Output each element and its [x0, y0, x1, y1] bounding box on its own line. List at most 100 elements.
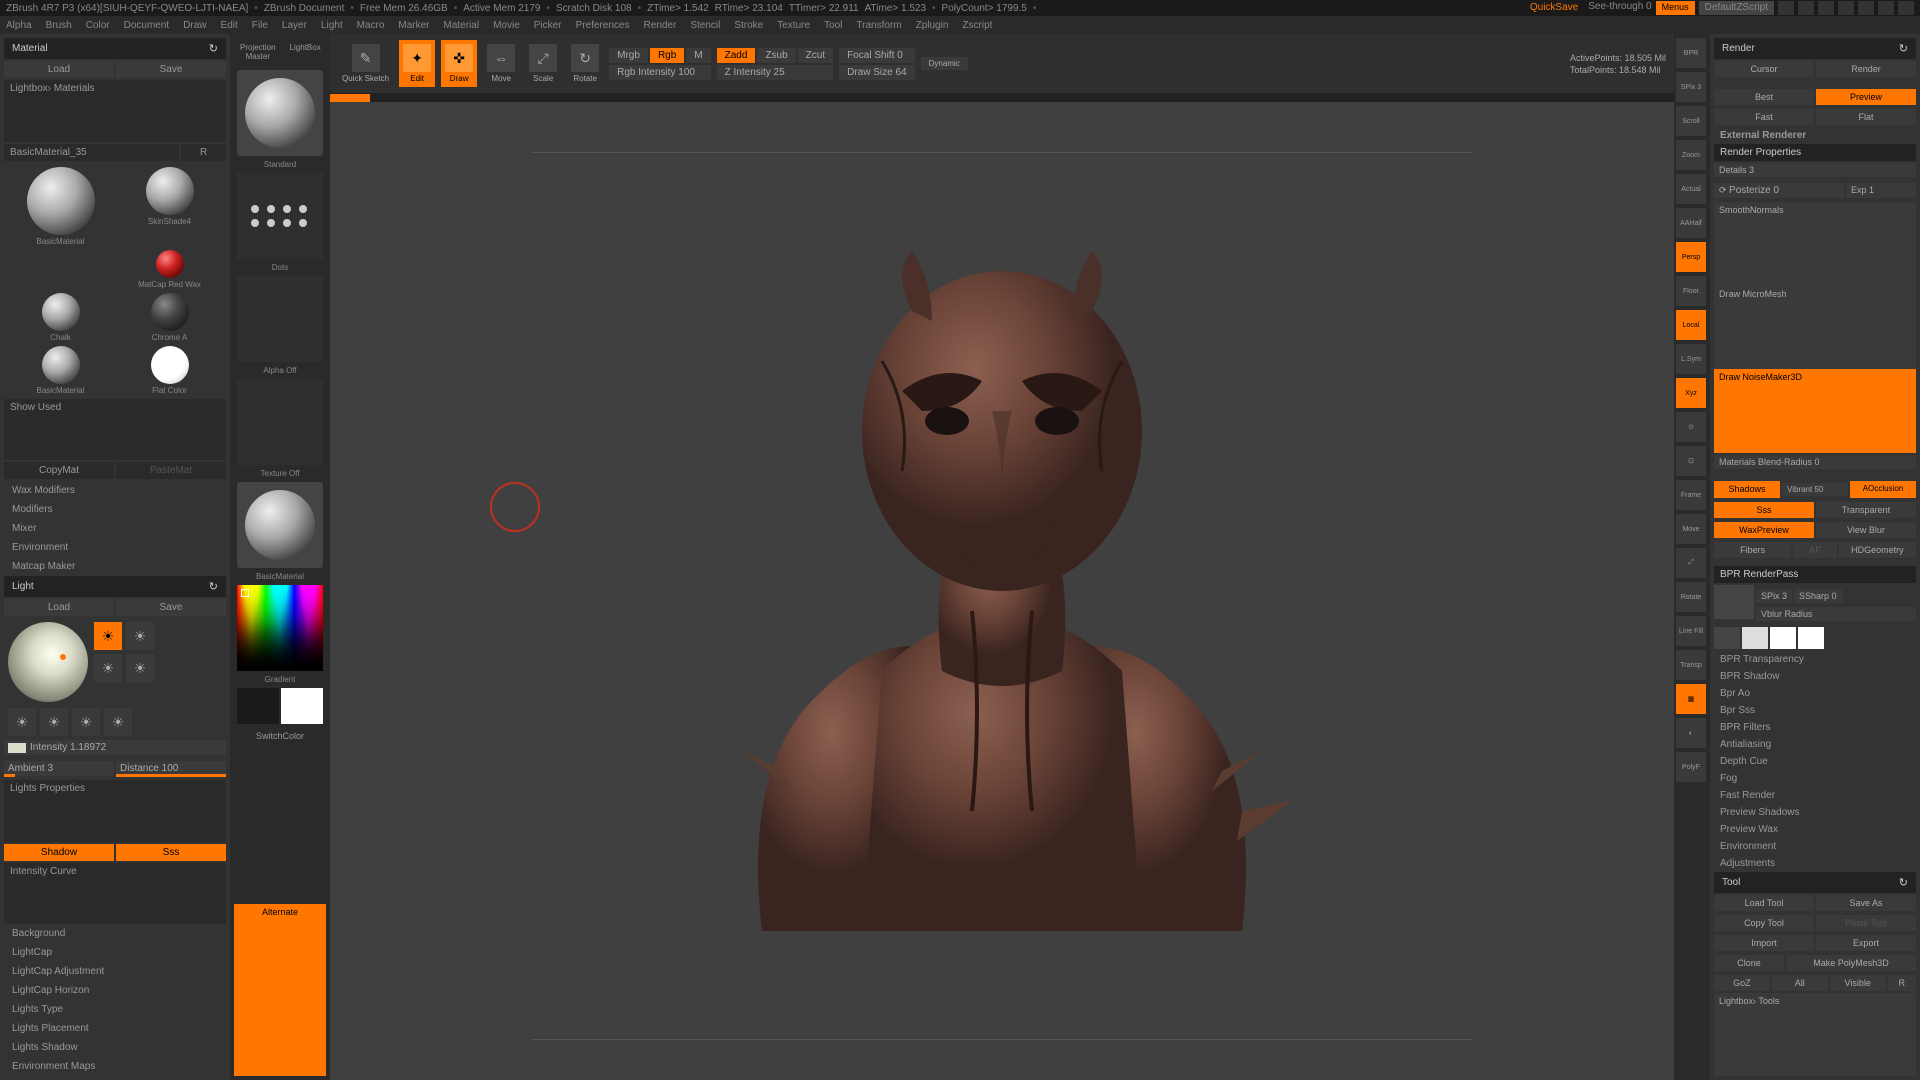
intensity-curve-button[interactable]: Intensity Curve	[4, 863, 226, 925]
material-r-button[interactable]: R	[181, 144, 226, 161]
menu-zscript[interactable]: Zscript	[962, 20, 992, 31]
floor-button[interactable]: Floor	[1676, 276, 1706, 306]
lsym-button[interactable]: L.Sym	[1676, 344, 1706, 374]
ssharp-slider[interactable]: SSharp 0	[1794, 589, 1842, 603]
menu-material[interactable]: Material	[444, 20, 480, 31]
load-tool-button[interactable]: Load Tool	[1714, 895, 1814, 911]
primary-color-swatch[interactable]	[281, 688, 323, 724]
light-direction-sphere[interactable]	[8, 622, 88, 702]
render-properties-header[interactable]: Render Properties	[1714, 144, 1916, 161]
material-swatch-6[interactable]: BasicMaterial	[8, 346, 113, 395]
transparent-toggle[interactable]: Transparent	[1816, 502, 1916, 518]
menu-stroke[interactable]: Stroke	[734, 20, 763, 31]
clone-button[interactable]: Clone	[1714, 955, 1784, 971]
cursor-button[interactable]: Cursor	[1714, 61, 1814, 77]
actual-button[interactable]: Actual	[1676, 174, 1706, 204]
mat-blend-slider[interactable]: Materials Blend-Radius 0	[1714, 455, 1916, 469]
draw-button[interactable]: ✜Draw	[441, 40, 477, 87]
layout-button-2[interactable]	[1798, 1, 1814, 15]
section-fog[interactable]: Fog	[1714, 770, 1916, 787]
bpr-pass-1[interactable]	[1714, 627, 1740, 649]
viewport[interactable]	[330, 102, 1674, 1080]
light-header[interactable]: Light ↻	[4, 576, 226, 597]
zadd-button[interactable]: Zadd	[717, 48, 756, 63]
menu-marker[interactable]: Marker	[398, 20, 429, 31]
section-antialiasing[interactable]: Antialiasing	[1714, 736, 1916, 753]
menu-transform[interactable]: Transform	[856, 20, 901, 31]
draw-size-slider[interactable]: Draw Size 64	[839, 65, 914, 80]
export-button[interactable]: Export	[1816, 935, 1916, 951]
visible-button[interactable]: Visible	[1830, 975, 1886, 991]
menu-tool[interactable]: Tool	[824, 20, 842, 31]
sss-toggle[interactable]: Sss	[116, 844, 226, 861]
section-bpr-transparency[interactable]: BPR Transparency	[1714, 651, 1916, 668]
move-button[interactable]: ⇔Move	[483, 40, 519, 87]
section-bpr-shadow[interactable]: BPR Shadow	[1714, 668, 1916, 685]
material-swatch-0[interactable]: BasicMaterial	[8, 167, 113, 246]
quick-sketch-button[interactable]: ✎Quick Sketch	[338, 40, 393, 87]
linefill-button[interactable]: Line Fill	[1676, 616, 1706, 646]
shadows-toggle[interactable]: Shadows	[1714, 481, 1780, 498]
shadow-toggle[interactable]: Shadow	[4, 844, 114, 861]
minimize-button[interactable]	[1858, 1, 1874, 15]
menu-color[interactable]: Color	[86, 20, 110, 31]
solo-button[interactable]: ◐	[1676, 718, 1706, 748]
material-swatch-3[interactable]: MatCap Red Wax	[117, 250, 222, 289]
zoom-button[interactable]: Zoom	[1676, 140, 1706, 170]
m-button[interactable]: M	[686, 48, 710, 63]
menu-stencil[interactable]: Stencil	[690, 20, 720, 31]
mrgb-button[interactable]: Mrgb	[609, 48, 648, 63]
focal-shift-slider[interactable]: Focal Shift 0	[839, 48, 914, 63]
menu-draw[interactable]: Draw	[183, 20, 206, 31]
section-lights-placement[interactable]: Lights Placement	[4, 1019, 226, 1038]
layout-button-1[interactable]	[1778, 1, 1794, 15]
brush-thumbnail[interactable]	[237, 70, 323, 156]
section-lights-type[interactable]: Lights Type	[4, 1000, 226, 1019]
scroll-button[interactable]: Scroll	[1676, 106, 1706, 136]
preview-button[interactable]: Preview	[1816, 89, 1916, 105]
current-material[interactable]: BasicMaterial_35	[4, 144, 179, 161]
light-2-toggle[interactable]: ☀	[126, 622, 154, 650]
menu-texture[interactable]: Texture	[777, 20, 810, 31]
waxpreview-toggle[interactable]: WaxPreview	[1714, 522, 1814, 538]
maximize-button[interactable]	[1878, 1, 1894, 15]
menu-edit[interactable]: Edit	[221, 20, 238, 31]
section-environment[interactable]: Environment	[4, 538, 226, 557]
ambient-slider[interactable]: Ambient 3	[4, 761, 114, 776]
import-button[interactable]: Import	[1714, 935, 1814, 951]
menu-picker[interactable]: Picker	[534, 20, 562, 31]
goz-button[interactable]: GoZ	[1714, 975, 1770, 991]
section-bpr-filters[interactable]: BPR Filters	[1714, 719, 1916, 736]
section-background[interactable]: Background	[4, 924, 226, 943]
paste-tool-button[interactable]: Paste Tool	[1816, 915, 1916, 931]
zcut-button[interactable]: Zcut	[798, 48, 833, 63]
menus-button[interactable]: Menus	[1656, 1, 1695, 15]
section-preview-shadows[interactable]: Preview Shadows	[1714, 804, 1916, 821]
menu-movie[interactable]: Movie	[493, 20, 520, 31]
material-swatch-5[interactable]: Chrome A	[117, 293, 222, 342]
show-used-button[interactable]: Show Used	[4, 399, 226, 461]
section-wax-modifiers[interactable]: Wax Modifiers	[4, 481, 226, 500]
close-button[interactable]	[1898, 1, 1914, 15]
light-7-toggle[interactable]: ☀	[72, 708, 100, 736]
viewblur-toggle[interactable]: View Blur	[1816, 522, 1916, 538]
spix-button[interactable]: SPix 3	[1676, 72, 1706, 102]
tool-r-button[interactable]: R	[1888, 975, 1916, 991]
bpr-renderpass-header[interactable]: BPR RenderPass	[1714, 566, 1916, 583]
persp-button[interactable]: Persp	[1676, 242, 1706, 272]
lightbox-materials-button[interactable]: Lightbox› Materials	[4, 80, 226, 142]
switchcolor-button[interactable]: SwitchColor	[234, 728, 326, 900]
polyf-button[interactable]: PolyF	[1676, 752, 1706, 782]
menu-macro[interactable]: Macro	[357, 20, 385, 31]
render-sss-toggle[interactable]: Sss	[1714, 502, 1814, 518]
make-polymesh-button[interactable]: Make PolyMesh3D	[1786, 955, 1916, 971]
copy-tool-button[interactable]: Copy Tool	[1714, 915, 1814, 931]
alpha-thumbnail[interactable]	[237, 276, 323, 362]
pastemat-button[interactable]: PasteMat	[116, 462, 226, 479]
section-render-environment[interactable]: Environment	[1714, 838, 1916, 855]
aahalf-button[interactable]: AAHalf	[1676, 208, 1706, 238]
section-bpr-sss[interactable]: Bpr Sss	[1714, 702, 1916, 719]
section-lightcap[interactable]: LightCap	[4, 943, 226, 962]
external-renderer-section[interactable]: External Renderer	[1714, 127, 1916, 144]
distance-slider[interactable]: Distance 100	[116, 761, 226, 776]
